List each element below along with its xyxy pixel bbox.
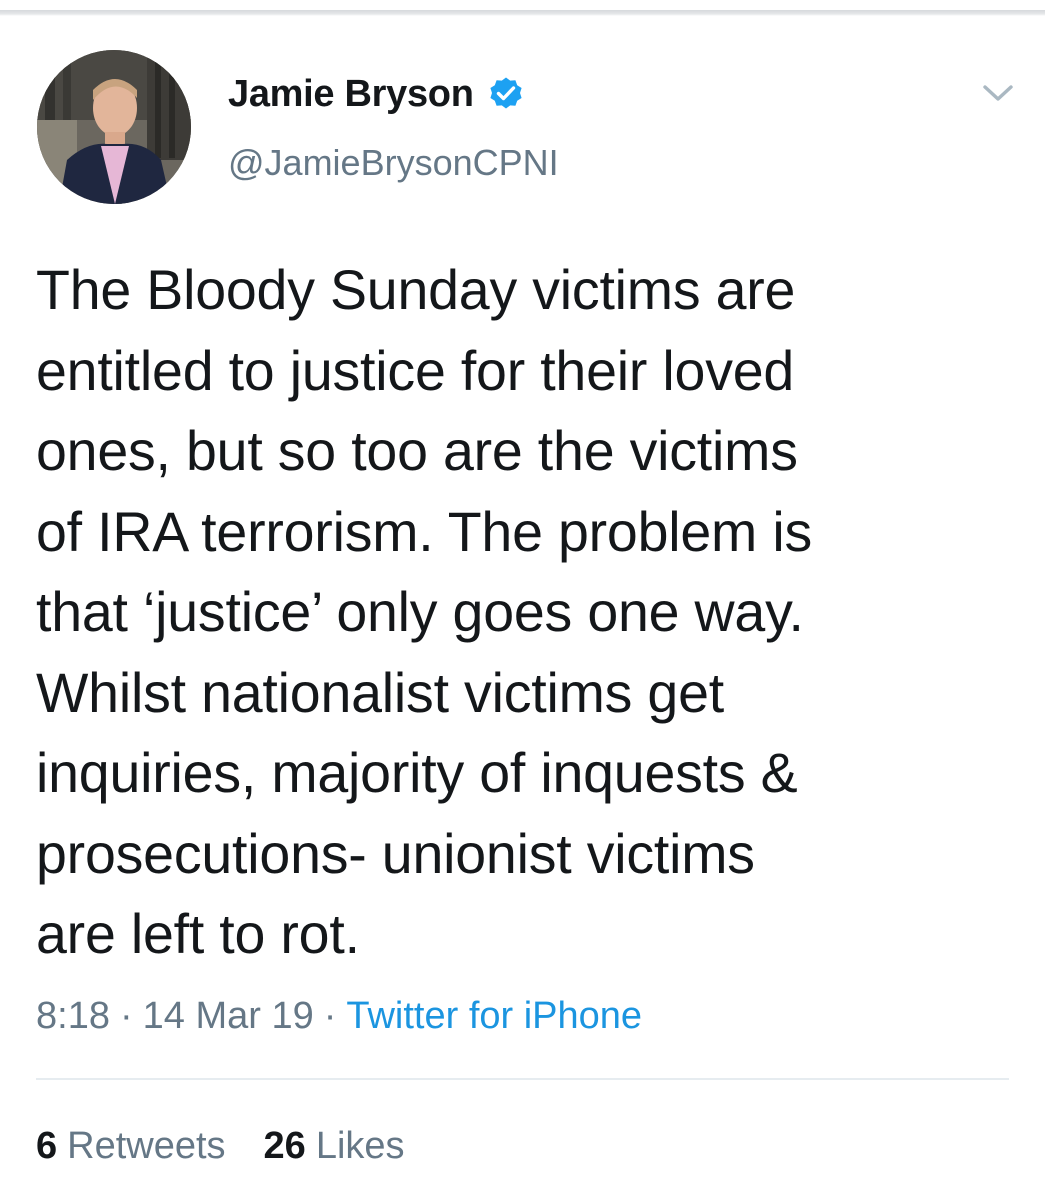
avatar[interactable] xyxy=(37,50,191,204)
author-name-row[interactable]: Jamie Bryson xyxy=(228,66,524,122)
meta-separator: · xyxy=(323,995,337,1037)
likes-stat[interactable]: 26 Likes xyxy=(264,1120,405,1172)
retweets-stat[interactable]: 6 Retweets xyxy=(36,1120,226,1172)
likes-label: Likes xyxy=(315,1125,405,1167)
verified-badge-icon xyxy=(488,76,524,112)
display-name[interactable]: Jamie Bryson xyxy=(228,73,474,116)
top-divider xyxy=(0,0,1045,16)
tweet-source-link[interactable]: Twitter for iPhone xyxy=(346,995,642,1037)
tweet-metadata: 8:18 · 14 Mar 19 · Twitter for iPhone xyxy=(36,990,642,1042)
likes-count: 26 xyxy=(263,1125,306,1167)
tweet-text: The Bloody Sunday victims are entitled t… xyxy=(36,259,812,965)
username-handle[interactable]: @JamieBrysonCPNI xyxy=(228,142,559,184)
engagement-stats: 6 Retweets 26 Likes xyxy=(36,1120,443,1172)
tweet-time[interactable]: 8:18 xyxy=(36,995,110,1037)
divider xyxy=(36,1078,1009,1080)
retweets-count: 6 xyxy=(36,1125,58,1167)
retweets-label: Retweets xyxy=(67,1125,226,1167)
meta-separator: · xyxy=(119,995,133,1037)
chevron-down-icon[interactable] xyxy=(978,78,1018,106)
tweet-date[interactable]: 14 Mar 19 xyxy=(143,995,314,1037)
avatar-photo xyxy=(37,50,191,204)
